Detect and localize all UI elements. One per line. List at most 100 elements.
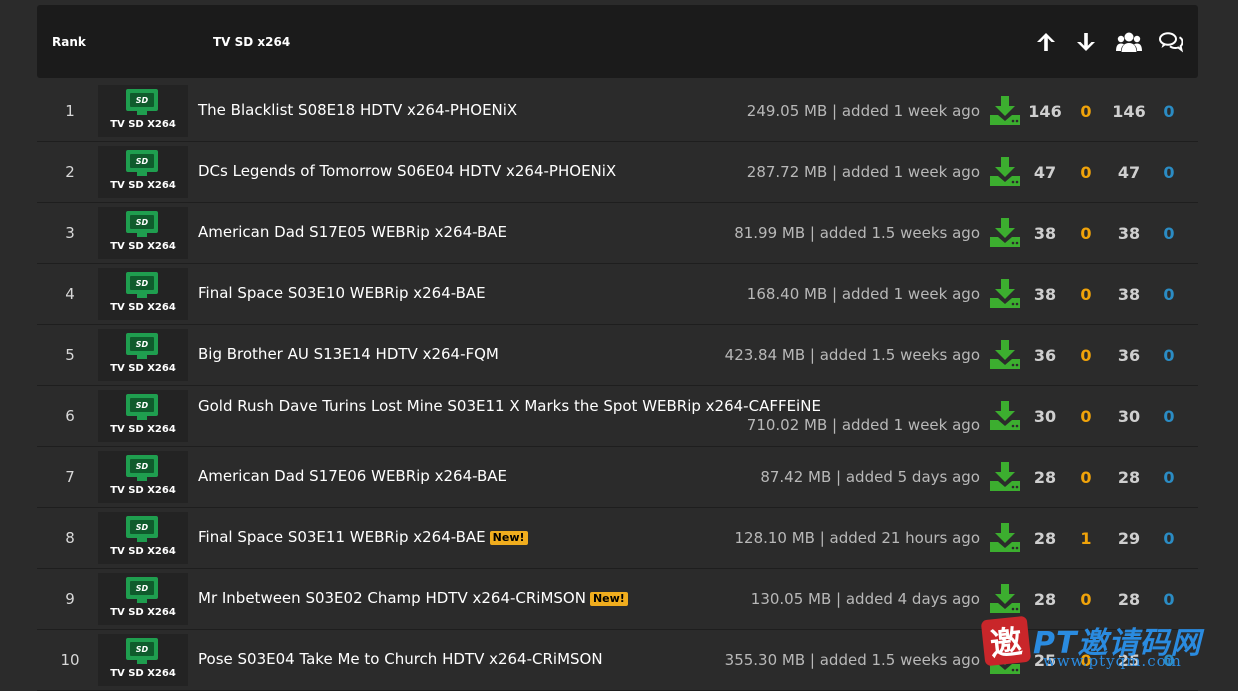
torrent-title-text: DCs Legends of Tomorrow S06E04 HDTV x264… [198,162,617,180]
monitor-icon: SD [126,150,158,176]
monitor-screen-text: SD [130,154,154,168]
download-icon[interactable] [989,216,1021,248]
torrent-title-link[interactable]: Mr Inbetween S03E02 Champ HDTV x264-CRiM… [198,589,628,607]
download-icon[interactable] [989,582,1021,614]
torrent-title-link[interactable]: American Dad S17E05 WEBRip x264-BAE [198,223,507,241]
torrent-info: 249.05 MB | added 1 week ago [746,102,980,120]
leechers-count: 0 [1080,407,1092,426]
completed-count: 38 [1117,224,1141,243]
table-header: Rank TV SD x264 [37,5,1198,78]
category-badge-label: TV SD X264 [110,363,176,374]
torrent-title-link[interactable]: Big Brother AU S13E14 HDTV x264-FQM [198,345,499,363]
rank-number: 8 [65,529,75,547]
leechers-count: 0 [1080,346,1092,365]
category-badge-label: TV SD X264 [110,241,176,252]
comments-count[interactable]: 0 [1149,590,1189,609]
comments-count[interactable]: 0 [1149,468,1189,487]
category-badge[interactable]: SD TV SD X264 [98,268,188,320]
download-icon[interactable] [989,277,1021,309]
comments-icon[interactable] [1158,29,1184,55]
torrent-title-link[interactable]: The Blacklist S08E18 HDTV x264-PHOENiX [198,101,517,119]
watermark-seal: 邀 [980,615,1032,667]
completed-count: 36 [1117,346,1141,365]
category-badge[interactable]: SD TV SD X264 [98,512,188,564]
rank-number: 9 [65,590,75,608]
monitor-icon: SD [126,333,158,359]
users-icon[interactable] [1116,29,1142,55]
download-icon[interactable] [989,399,1021,431]
monitor-screen-text: SD [130,642,154,656]
monitor-icon: SD [126,577,158,603]
torrent-title-text: American Dad S17E06 WEBRip x264-BAE [198,467,508,485]
download-icon[interactable] [989,338,1021,370]
category-badge[interactable]: SD TV SD X264 [98,390,188,442]
torrent-title-link[interactable]: Final Space S03E11 WEBRip x264-BAE New! [198,528,528,546]
monitor-screen-text: SD [130,337,154,351]
download-icon[interactable] [989,94,1021,126]
completed-count: 30 [1117,407,1141,426]
torrent-title-link[interactable]: Final Space S03E10 WEBRip x264-BAE [198,284,486,302]
seeders-count: 30 [1033,407,1057,426]
rank-number: 2 [65,163,75,181]
category-badge-label: TV SD X264 [110,485,176,496]
category-badge[interactable]: SD TV SD X264 [98,329,188,381]
seeders-count: 146 [1028,102,1062,121]
rank-number: 10 [60,651,80,669]
category-badge[interactable]: SD TV SD X264 [98,207,188,259]
comments-count[interactable]: 0 [1149,102,1189,121]
monitor-icon: SD [126,394,158,420]
seeders-count: 47 [1033,163,1057,182]
torrent-title-link[interactable]: Pose S03E04 Take Me to Church HDTV x264-… [198,650,603,668]
comments-count[interactable]: 0 [1149,285,1189,304]
category-badge[interactable]: SD TV SD X264 [98,146,188,198]
monitor-screen-text: SD [130,215,154,229]
torrent-title-link[interactable]: DCs Legends of Tomorrow S06E04 HDTV x264… [198,162,616,180]
leechers-count: 0 [1080,468,1092,487]
torrent-info: 710.02 MB | added 1 week ago [746,416,980,434]
torrent-info: 287.72 MB | added 1 week ago [746,163,980,181]
arrow-down-icon[interactable] [1073,29,1099,55]
torrent-info: 81.99 MB | added 1.5 weeks ago [734,224,980,242]
torrent-info: 355.30 MB | added 1.5 weeks ago [724,651,980,669]
category-badge-label: TV SD X264 [110,424,176,435]
monitor-screen-text: SD [130,520,154,534]
category-column-header[interactable]: TV SD x264 [213,35,290,49]
monitor-icon: SD [126,455,158,481]
comments-count[interactable]: 0 [1149,529,1189,548]
watermark-url: www.ptyqm.com [1043,652,1182,670]
rank-column-header[interactable]: Rank [52,35,86,49]
torrent-title-link[interactable]: Gold Rush Dave Turins Lost Mine S03E11 X… [198,397,821,415]
rank-number: 1 [65,102,75,120]
comments-count[interactable]: 0 [1149,407,1189,426]
arrow-up-icon[interactable] [1033,29,1059,55]
download-icon[interactable] [989,521,1021,553]
torrent-title-link[interactable]: American Dad S17E06 WEBRip x264-BAE [198,467,507,485]
completed-count: 28 [1117,590,1141,609]
leechers-count: 0 [1080,285,1092,304]
torrent-table: Rank TV SD x264 1 SD TV SD X264 The Blac… [37,5,1198,691]
category-badge[interactable]: SD TV SD X264 [98,451,188,503]
new-badge: New! [489,531,528,545]
comments-count[interactable]: 0 [1149,346,1189,365]
completed-count: 146 [1112,102,1146,121]
monitor-screen-text: SD [130,276,154,290]
comments-count[interactable]: 0 [1149,163,1189,182]
category-badge-label: TV SD X264 [110,546,176,557]
site-watermark: 邀 PT邀请码网 www.ptyqm.com [980,615,1233,674]
seeders-count: 36 [1033,346,1057,365]
torrent-info: 168.40 MB | added 1 week ago [746,285,980,303]
monitor-icon: SD [126,272,158,298]
category-badge[interactable]: SD TV SD X264 [98,634,188,686]
download-icon[interactable] [989,155,1021,187]
download-icon[interactable] [989,460,1021,492]
monitor-screen-text: SD [130,459,154,473]
torrent-title-text: The Blacklist S08E18 HDTV x264-PHOENiX [198,101,518,119]
completed-count: 28 [1117,468,1141,487]
torrent-title-text: Mr Inbetween S03E02 Champ HDTV x264-CRiM… [198,589,586,607]
category-badge[interactable]: SD TV SD X264 [98,85,188,137]
rank-number: 5 [65,346,75,364]
seeders-count: 28 [1033,468,1057,487]
torrent-info: 87.42 MB | added 5 days ago [760,468,980,486]
category-badge[interactable]: SD TV SD X264 [98,573,188,625]
comments-count[interactable]: 0 [1149,224,1189,243]
